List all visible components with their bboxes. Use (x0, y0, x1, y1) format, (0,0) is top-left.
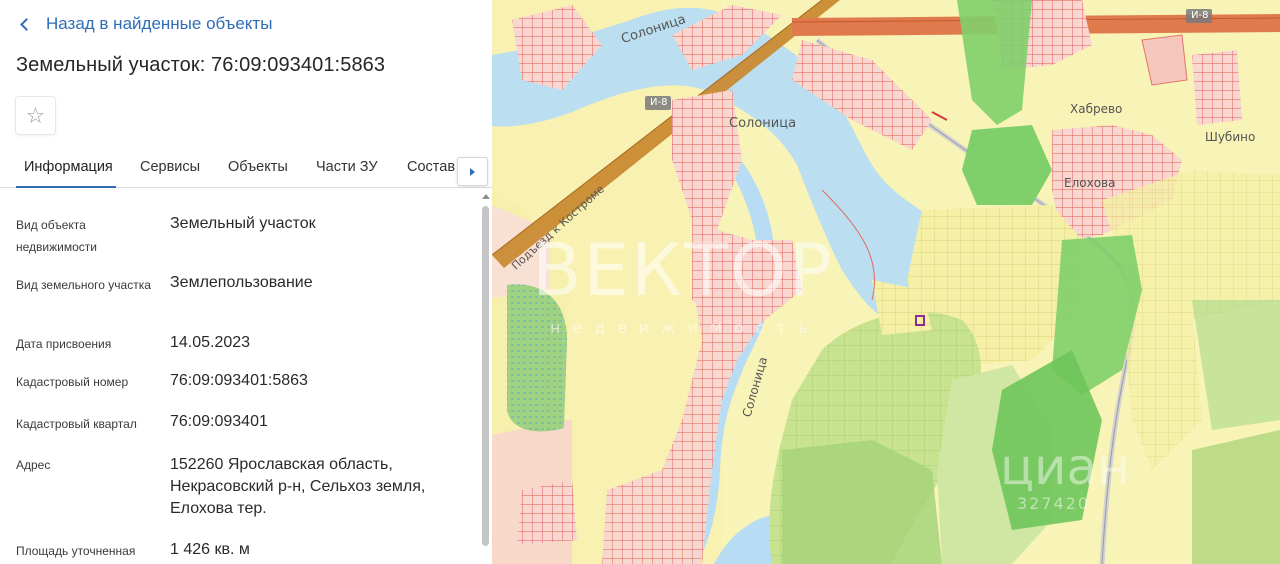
value-area: 1 426 кв. м (170, 541, 250, 558)
scrollbar-thumb[interactable] (482, 206, 489, 546)
chevron-left-icon (20, 18, 33, 31)
label-area: Площадь уточненная (16, 544, 136, 558)
value-cadastral-quarter: 76:09:093401 (170, 413, 268, 430)
value-assignment-date: 14.05.2023 (170, 334, 251, 351)
tab-services[interactable]: Сервисы (140, 159, 200, 175)
cadastral-map[interactable]: Солоница Солоница Солоница И-8 И-8 Хабре… (492, 0, 1280, 564)
value-land-type: Землепользование (170, 274, 313, 291)
favorite-button[interactable]: ☆ (15, 96, 56, 135)
tab-composition[interactable]: Состав (407, 159, 455, 175)
tab-bar: Информация Сервисы Объекты Части ЗУ Сост… (0, 154, 492, 188)
watermark-cian-number: 327420 (1017, 494, 1091, 513)
label-object-type: Вид объекта недвижимости (16, 218, 97, 254)
page-title: Земельный участок: 76:09:093401:5863 (16, 54, 386, 76)
map-label-village-1: Хабрево (1070, 102, 1123, 116)
object-info-panel: Назад в найденные объекты Земельный учас… (0, 0, 492, 564)
active-tab-indicator (16, 186, 116, 188)
value-object-type: Земельный участок (170, 215, 316, 232)
label-cadastral-number: Кадастровый номер (16, 375, 129, 389)
label-cadastral-quarter: Кадастровый квартал (16, 417, 137, 431)
watermark-cian: циан (1000, 438, 1130, 496)
map-road-shield-right: И-8 (1191, 10, 1209, 21)
value-address: 152260 Ярославская область, Некрасовский… (170, 456, 426, 517)
watermark-vektor: ВЕКТОР (532, 228, 835, 312)
tab-parts[interactable]: Части ЗУ (316, 159, 378, 175)
back-to-results-link[interactable]: Назад в найденные объекты (20, 14, 273, 34)
label-assignment-date: Дата присвоения (16, 337, 112, 351)
watermark-vektor-sub: недвижимость (550, 318, 820, 337)
star-icon: ☆ (25, 102, 46, 128)
label-address: Адрес (16, 458, 51, 472)
map-label-village-2: Шубино (1205, 130, 1256, 144)
tab-information[interactable]: Информация (24, 159, 113, 175)
tabs-scroll-right-button[interactable] (457, 157, 488, 186)
value-cadastral-number: 76:09:093401:5863 (170, 372, 308, 389)
map-road-shield-left: И-8 (650, 97, 668, 108)
caret-right-icon (470, 167, 475, 176)
tab-objects[interactable]: Объекты (228, 159, 288, 175)
label-land-type: Вид земельного участка (16, 278, 151, 292)
map-label-river-mid: Солоница (729, 116, 797, 131)
back-link-label: Назад в найденные объекты (46, 14, 273, 33)
scroll-up-arrow-icon[interactable] (482, 194, 490, 199)
map-label-village-3: Елохова (1064, 176, 1116, 190)
